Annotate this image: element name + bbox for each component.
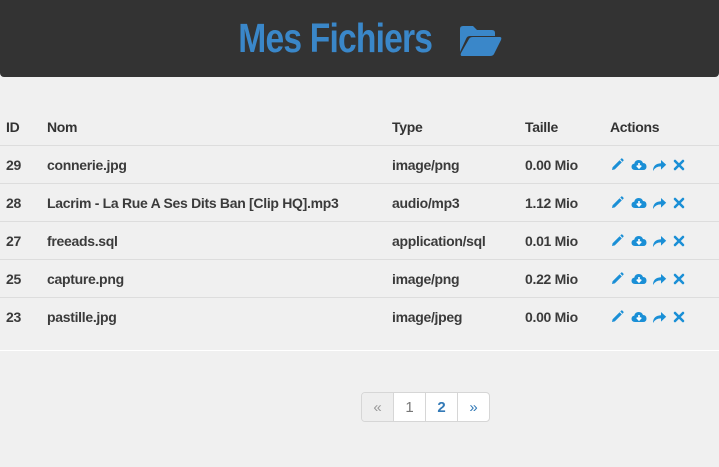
cloud-download-icon <box>631 311 647 327</box>
download-button[interactable] <box>631 310 647 327</box>
cell-actions <box>610 259 719 298</box>
pencil-icon <box>610 195 624 213</box>
pencil-icon <box>610 271 624 289</box>
share-icon <box>652 273 667 289</box>
delete-icon <box>673 273 685 289</box>
cloud-download-icon <box>631 235 647 251</box>
edit-button[interactable] <box>610 195 624 213</box>
edit-button[interactable] <box>610 309 624 327</box>
edit-button[interactable] <box>610 233 624 251</box>
table-row: 25 capture.png image/png 0.22 Mio <box>0 259 719 298</box>
page-title: Mes Fichiers <box>238 15 434 61</box>
delete-icon <box>673 159 685 175</box>
column-header-size: Taille <box>525 118 558 135</box>
cell-actions <box>610 221 719 260</box>
delete-icon <box>673 197 685 213</box>
column-header-id: ID <box>6 118 20 135</box>
download-button[interactable] <box>631 196 647 213</box>
download-button[interactable] <box>631 234 647 251</box>
pencil-icon <box>610 157 624 175</box>
cell-size: 0.00 Mio <box>525 145 610 184</box>
cell-name: pastille.jpg <box>47 297 392 335</box>
table-header-row: ID Nom Type Taille Actions <box>0 108 719 146</box>
cell-size: 1.12 Mio <box>525 183 610 222</box>
cell-id: 29 <box>0 145 47 184</box>
share-button[interactable] <box>652 310 667 327</box>
pagination-page-2[interactable]: 2 <box>426 393 458 421</box>
table-row: 23 pastille.jpg image/jpeg 0.00 Mio <box>0 297 719 335</box>
cloud-download-icon <box>631 273 647 289</box>
edit-button[interactable] <box>610 271 624 289</box>
pencil-icon <box>610 233 624 251</box>
cell-type: image/png <box>392 259 525 298</box>
section-divider <box>0 350 719 351</box>
delete-button[interactable] <box>673 158 687 172</box>
cell-size: 0.00 Mio <box>525 297 610 335</box>
cell-actions <box>610 297 719 335</box>
row-actions <box>610 195 719 213</box>
share-icon <box>652 159 667 175</box>
table-row: 27 freeads.sql application/sql 0.01 Mio <box>0 221 719 260</box>
delete-button[interactable] <box>673 196 687 210</box>
row-actions <box>610 309 719 327</box>
cell-id: 23 <box>0 297 47 335</box>
download-button[interactable] <box>631 272 647 289</box>
cell-name: connerie.jpg <box>47 145 392 184</box>
cell-id: 27 <box>0 221 47 260</box>
column-header-type: Type <box>392 118 423 135</box>
cloud-download-icon <box>631 197 647 213</box>
pagination-prev[interactable]: « <box>362 393 394 421</box>
share-icon <box>652 311 667 327</box>
row-actions <box>610 157 719 175</box>
cell-size: 0.22 Mio <box>525 259 610 298</box>
delete-button[interactable] <box>673 310 687 324</box>
cell-type: audio/mp3 <box>392 183 525 222</box>
cloud-download-icon <box>631 159 647 175</box>
column-header-actions: Actions <box>610 118 660 135</box>
cell-name: Lacrim - La Rue A Ses Dits Ban [Clip HQ]… <box>47 183 392 222</box>
pagination: « 1 2 » <box>361 392 490 422</box>
cell-actions <box>610 145 719 184</box>
share-button[interactable] <box>652 272 667 289</box>
delete-button[interactable] <box>673 234 687 248</box>
table-row: 29 connerie.jpg image/png 0.00 Mio <box>0 145 719 184</box>
cell-name: capture.png <box>47 259 392 298</box>
pencil-icon <box>610 309 624 327</box>
files-table: ID Nom Type Taille Actions 29 connerie.jp… <box>0 108 719 335</box>
cell-id: 25 <box>0 259 47 298</box>
cell-type: image/png <box>392 145 525 184</box>
cell-size: 0.01 Mio <box>525 221 610 260</box>
cell-type: image/jpeg <box>392 297 525 335</box>
cell-name: freeads.sql <box>47 221 392 260</box>
share-button[interactable] <box>652 234 667 251</box>
pagination-page-1[interactable]: 1 <box>394 393 426 421</box>
cell-type: application/sql <box>392 221 525 260</box>
share-icon <box>652 197 667 213</box>
cell-id: 28 <box>0 183 47 222</box>
row-actions <box>610 233 719 251</box>
edit-button[interactable] <box>610 157 624 175</box>
app-header: Mes Fichiers <box>0 0 719 77</box>
download-button[interactable] <box>631 158 647 175</box>
row-actions <box>610 271 719 289</box>
column-header-name: Nom <box>47 118 78 135</box>
share-icon <box>652 235 667 251</box>
table-row: 28 Lacrim - La Rue A Ses Dits Ban [Clip H… <box>0 183 719 222</box>
share-button[interactable] <box>652 196 667 213</box>
files-table-container: ID Nom Type Taille Actions 29 connerie.jp… <box>0 108 719 335</box>
folder-open-icon <box>458 23 502 57</box>
cell-actions <box>610 183 719 222</box>
delete-button[interactable] <box>673 272 687 286</box>
share-button[interactable] <box>652 158 667 175</box>
delete-icon <box>673 311 685 327</box>
pagination-next[interactable]: » <box>458 393 489 421</box>
delete-icon <box>673 235 685 251</box>
